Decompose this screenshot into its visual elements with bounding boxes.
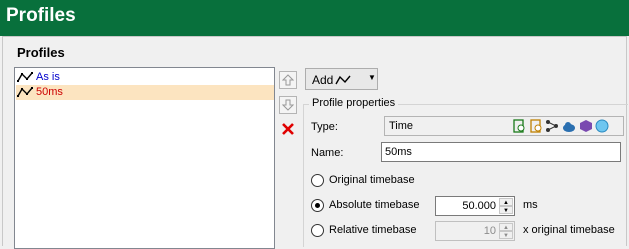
profile-curve-icon bbox=[17, 87, 33, 97]
relative-timebase-label: Relative timebase bbox=[329, 224, 417, 236]
type-value: Time bbox=[389, 120, 414, 132]
radio-relative-timebase[interactable] bbox=[311, 224, 324, 237]
chevron-down-icon: ▼ bbox=[368, 73, 376, 82]
type-field: Time bbox=[384, 116, 624, 136]
original-timebase-label: Original timebase bbox=[329, 174, 415, 186]
name-label: Name: bbox=[311, 147, 344, 159]
type-label: Type: bbox=[311, 121, 338, 133]
app-title: Profiles bbox=[6, 5, 76, 26]
move-down-button[interactable] bbox=[279, 96, 297, 114]
add-profile-button[interactable]: Add ▼ bbox=[305, 68, 378, 90]
panel-title: Profiles bbox=[17, 45, 65, 60]
spin-down-icon: ▼ bbox=[499, 206, 513, 214]
share-icon[interactable] bbox=[545, 119, 559, 133]
add-button-label: Add bbox=[312, 73, 334, 87]
radio-absolute-timebase[interactable] bbox=[311, 199, 324, 212]
cube-icon[interactable] bbox=[579, 119, 593, 133]
move-up-button[interactable] bbox=[279, 71, 297, 89]
spin-down-icon: ▼ bbox=[499, 231, 513, 239]
frequency-profile-icon[interactable] bbox=[529, 119, 543, 133]
absolute-timebase-spinner[interactable]: 50.000 ▲ ▼ bbox=[435, 196, 515, 216]
move-up-icon bbox=[282, 74, 294, 86]
relative-timebase-spinner[interactable]: 10 ▲ ▼ bbox=[435, 221, 515, 241]
profiles-list[interactable]: As is 50ms bbox=[14, 67, 275, 249]
spin-up-icon: ▲ bbox=[499, 198, 513, 206]
globe-icon[interactable] bbox=[595, 119, 609, 133]
profile-curve-icon bbox=[17, 72, 33, 82]
absolute-timebase-value: 50.000 bbox=[462, 200, 496, 212]
list-item-50ms[interactable]: 50ms bbox=[16, 85, 274, 100]
spinner-arrows[interactable]: ▲ ▼ bbox=[499, 223, 513, 239]
delete-icon bbox=[282, 123, 294, 135]
absolute-timebase-label: Absolute timebase bbox=[329, 199, 420, 211]
app-header: Profiles bbox=[0, 0, 629, 36]
relative-unit: x original timebase bbox=[523, 224, 615, 236]
time-profile-icon[interactable] bbox=[512, 119, 526, 133]
group-title: Profile properties bbox=[309, 97, 399, 109]
list-item-label: 50ms bbox=[36, 86, 63, 98]
spin-up-icon: ▲ bbox=[499, 223, 513, 231]
cloud-icon[interactable] bbox=[562, 119, 576, 133]
profiles-panel: Profiles As is 50ms Add ▼ Profile proper… bbox=[2, 36, 628, 249]
list-item-label: As is bbox=[36, 71, 60, 83]
radio-original-timebase[interactable] bbox=[311, 174, 324, 187]
spinner-arrows[interactable]: ▲ ▼ bbox=[499, 198, 513, 214]
absolute-unit: ms bbox=[523, 199, 538, 211]
move-down-icon bbox=[282, 99, 294, 111]
profile-curve-icon bbox=[335, 75, 351, 85]
list-item-as-is[interactable]: As is bbox=[16, 70, 274, 85]
delete-button[interactable] bbox=[279, 120, 297, 138]
name-input[interactable] bbox=[381, 142, 621, 162]
relative-timebase-value: 10 bbox=[483, 225, 496, 237]
